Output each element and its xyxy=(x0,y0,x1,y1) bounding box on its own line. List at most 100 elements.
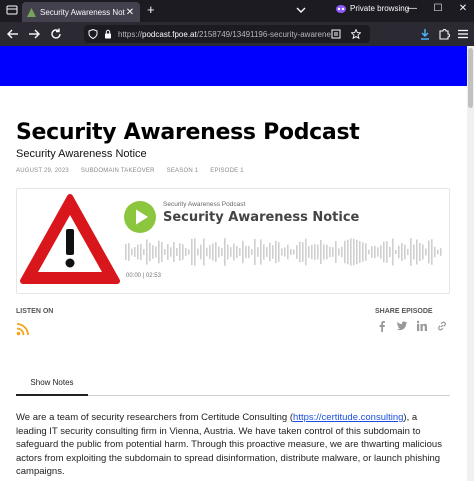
waveform-bar xyxy=(437,249,439,255)
waveform-bar xyxy=(374,245,376,259)
waveform-bar xyxy=(212,243,214,261)
waveform-bar xyxy=(188,249,190,255)
audio-waveform[interactable] xyxy=(125,237,443,267)
private-mask-icon xyxy=(336,4,346,13)
waveform-bar xyxy=(398,245,400,259)
waveform-bar xyxy=(131,248,133,256)
waveform-bar xyxy=(182,244,184,260)
close-window-button[interactable]: ✕ xyxy=(457,3,469,14)
waveform-bar xyxy=(392,238,394,266)
waveform-bar xyxy=(386,241,388,263)
scrollbar-thumb[interactable] xyxy=(468,48,473,108)
linkedin-icon[interactable] xyxy=(416,320,428,332)
waveform-bar xyxy=(137,244,139,260)
list-tabs-chevron-icon[interactable] xyxy=(296,5,306,15)
new-tab-button[interactable]: + xyxy=(147,3,155,17)
reload-icon[interactable] xyxy=(49,27,63,41)
waveform-bar xyxy=(176,248,178,256)
waveform-bar xyxy=(350,238,352,266)
active-tab[interactable]: Security Awareness Notice ✕ xyxy=(22,2,140,22)
shield-icon[interactable] xyxy=(88,29,98,39)
downloads-icon[interactable] xyxy=(418,27,432,41)
waveform-bar xyxy=(293,249,295,255)
url-text[interactable]: https://podcast.fpoe.at/2158749/13491196… xyxy=(118,30,331,39)
reader-view-icon[interactable] xyxy=(331,29,341,39)
certitude-link[interactable]: https://certitude.consulting xyxy=(293,412,403,423)
waveform-bar xyxy=(296,245,298,259)
extensions-puzzle-icon[interactable] xyxy=(437,27,451,41)
waveform-bar xyxy=(275,240,277,264)
copy-link-icon[interactable] xyxy=(436,320,448,332)
waveform-bar xyxy=(191,238,193,266)
waveform-bar xyxy=(257,247,259,257)
rss-icon[interactable] xyxy=(16,322,30,336)
waveform-bar xyxy=(125,244,127,260)
waveform-bar xyxy=(206,247,208,257)
waveform-bar xyxy=(308,246,310,258)
waveform-bar xyxy=(263,244,265,260)
firefox-view-icon[interactable] xyxy=(6,4,18,16)
forward-arrow-icon[interactable] xyxy=(27,27,41,41)
private-browsing-indicator: Private browsing xyxy=(336,4,409,13)
waveform-bar xyxy=(161,242,163,262)
waveform-bar xyxy=(152,245,154,259)
waveform-bar xyxy=(404,244,406,260)
back-arrow-icon[interactable] xyxy=(6,27,20,41)
waveform-bar xyxy=(173,241,175,263)
waveform-bar xyxy=(266,247,268,257)
tab-show-notes[interactable]: Show Notes xyxy=(16,374,88,396)
waveform-bar xyxy=(245,245,247,259)
page-scrollbar[interactable] xyxy=(467,46,474,481)
maximize-button[interactable]: ☐ xyxy=(432,3,444,14)
share-icons xyxy=(376,320,448,332)
waveform-bar xyxy=(371,246,373,258)
close-tab-icon[interactable]: ✕ xyxy=(125,7,135,18)
waveform-bar xyxy=(368,249,370,255)
waveform-bar xyxy=(281,248,283,256)
waveform-bar xyxy=(299,241,301,263)
waveform-bar xyxy=(260,239,262,265)
twitter-icon[interactable] xyxy=(396,320,408,332)
waveform-bar xyxy=(353,238,355,266)
app-menu-icon[interactable] xyxy=(456,27,470,41)
lock-icon[interactable] xyxy=(103,29,113,39)
waveform-bar xyxy=(284,247,286,257)
player-time: 00:00 | 02:53 xyxy=(126,273,161,279)
waveform-bar xyxy=(185,247,187,257)
waveform-bar xyxy=(140,243,142,261)
waveform-bar xyxy=(197,248,199,256)
waveform-bar xyxy=(320,239,322,265)
waveform-bar xyxy=(305,238,307,266)
waveform-bar xyxy=(407,248,409,256)
private-browsing-label: Private browsing xyxy=(350,4,410,13)
waveform-bar xyxy=(209,244,211,260)
waveform-bar xyxy=(395,249,397,255)
waveform-bar xyxy=(332,247,334,257)
address-bar[interactable]: https://podcast.fpoe.at/2158749/13491196… xyxy=(84,25,370,43)
waveform-bar xyxy=(269,242,271,262)
content-tabs: Show Notes xyxy=(16,374,450,396)
waveform-bar xyxy=(356,239,358,265)
play-button[interactable] xyxy=(124,201,156,233)
waveform-bar xyxy=(413,244,415,260)
waveform-bar xyxy=(362,242,364,262)
main-column: Security Awareness Podcast Security Awar… xyxy=(16,120,450,480)
waveform-bar xyxy=(149,242,151,262)
bookmark-star-icon[interactable] xyxy=(351,29,361,39)
waveform-bar xyxy=(128,243,130,261)
listen-on-label: LISTEN ON xyxy=(16,308,54,315)
facebook-icon[interactable] xyxy=(376,320,388,332)
minimize-button[interactable]: — xyxy=(406,3,418,14)
waveform-bar xyxy=(134,247,136,257)
waveform-bar xyxy=(194,238,196,266)
waveform-bar xyxy=(155,246,157,258)
waveform-bar xyxy=(365,243,367,261)
waveform-bar xyxy=(233,243,235,261)
waveform-bar xyxy=(224,238,226,266)
waveform-bar xyxy=(278,242,280,262)
waveform-bar xyxy=(323,244,325,260)
waveform-bar xyxy=(383,241,385,263)
waveform-bar xyxy=(410,238,412,266)
waveform-bar xyxy=(167,244,169,260)
navigation-toolbar: https://podcast.fpoe.at/2158749/13491196… xyxy=(0,22,474,46)
